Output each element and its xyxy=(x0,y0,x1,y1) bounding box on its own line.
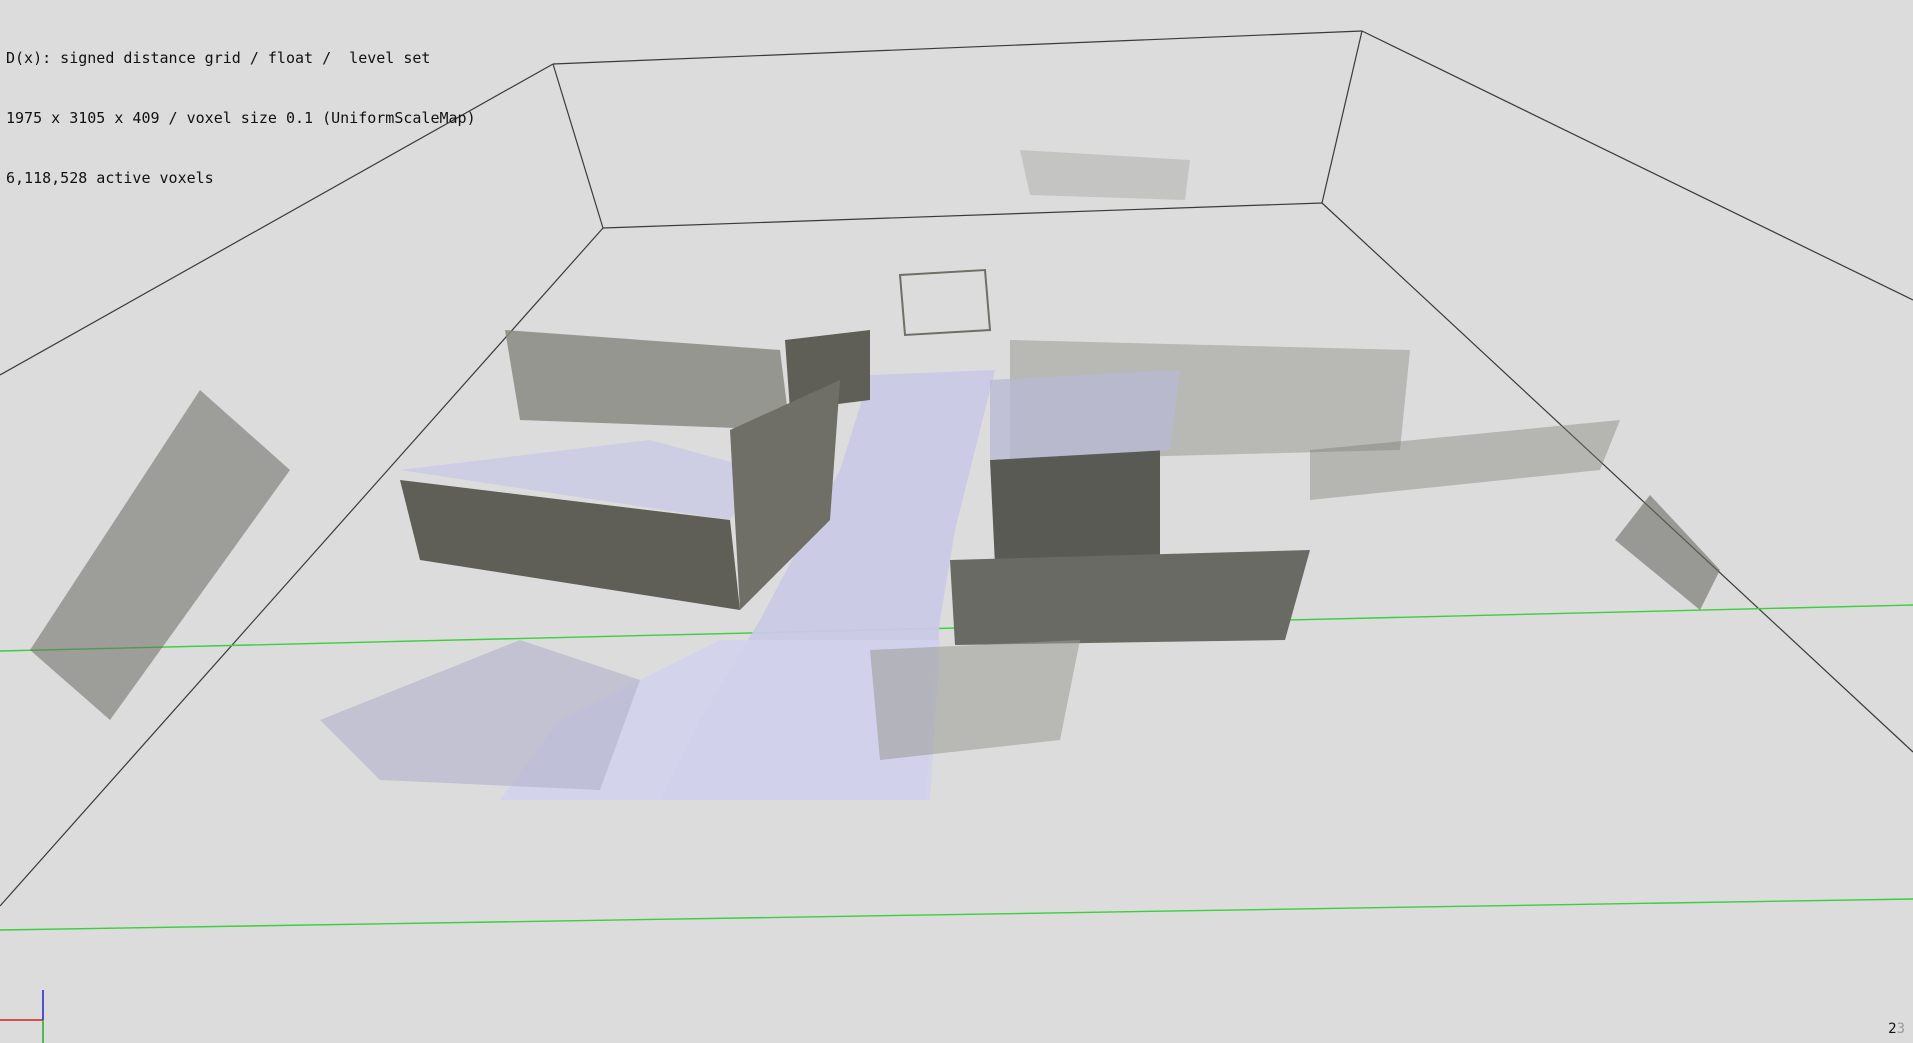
building-right-lower xyxy=(950,550,1310,645)
building-right-roof xyxy=(990,370,1180,460)
level-set-render xyxy=(30,150,1720,800)
building-right-facade xyxy=(990,450,1160,565)
facade-far-left xyxy=(30,390,290,720)
xyz-axis-icon xyxy=(0,990,44,1043)
facade-far-right xyxy=(1615,495,1720,610)
3d-viewport[interactable]: D(x): signed distance grid / float / lev… xyxy=(0,0,1913,1043)
active-voxels-label: 6,118,528 active voxels xyxy=(6,169,214,187)
foreground-right-debris xyxy=(870,640,1080,760)
roof-scatter-top xyxy=(1020,150,1190,200)
frame-ghost-digit: 3 xyxy=(1896,1021,1905,1037)
foreground-left-debris xyxy=(320,640,640,790)
frame-indicator: 23 xyxy=(1888,1021,1905,1037)
frame-digit: 2 xyxy=(1888,1021,1897,1037)
building-block-far-left xyxy=(505,330,790,430)
grid-dimensions-label: 1975 x 3105 x 409 / voxel size 0.1 (Unif… xyxy=(6,109,476,127)
grid-info-overlay: D(x): signed distance grid / float / lev… xyxy=(6,8,476,228)
tower-grid xyxy=(898,268,992,337)
grid-type-label: D(x): signed distance grid / float / lev… xyxy=(6,49,431,67)
